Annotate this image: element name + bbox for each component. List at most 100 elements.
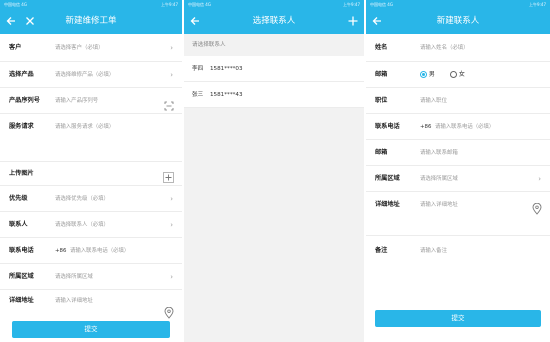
address-input[interactable]: 请输入详细地址 — [55, 290, 93, 312]
position-input[interactable]: 请输入职位 — [420, 88, 447, 114]
remark-input[interactable]: 请输入备注 — [420, 236, 447, 266]
plus-square-icon — [163, 172, 174, 183]
clock-text: 上午9:47 — [343, 2, 360, 7]
gender-female-text: 女 — [458, 71, 465, 78]
scan-button[interactable] — [164, 96, 174, 115]
page-title: 选择联系人 — [252, 16, 296, 26]
app-bar: 选择联系人 — [184, 9, 364, 34]
phone-prefix: +86 — [55, 248, 67, 254]
priority-row[interactable]: 优先级 请选择优先级（必填） › — [0, 186, 182, 212]
page-title: 新建联系人 — [436, 16, 480, 26]
remark-label: 备注 — [375, 247, 388, 254]
serial-input[interactable]: 请输入产品序列号 — [55, 88, 98, 114]
product-row[interactable]: 选择产品 请选择维修产品（必填） › — [0, 62, 182, 88]
service-request-label: 服务请求 — [9, 123, 34, 130]
gender-label: 邮箱 — [375, 71, 388, 78]
region-label: 所属区域 — [9, 273, 34, 280]
name-input[interactable]: 请输入姓名（必填） — [420, 34, 469, 62]
screen-new-contact: 中国电信 4G 上午9:47 新建联系人 姓名 请输入姓名（必填） 邮箱 男 女… — [366, 0, 550, 342]
app-bar: 新建维修工单 — [0, 9, 182, 34]
gender-female-option[interactable]: 女 — [450, 62, 465, 88]
plus-icon — [348, 16, 358, 26]
chevron-right-icon: › — [170, 71, 173, 79]
radio-checked-icon — [420, 71, 427, 78]
page-title: 新建维修工单 — [65, 16, 117, 26]
phone-row[interactable]: 联系电话 +86 请输入联系电话（必填） — [0, 238, 182, 264]
chevron-right-icon: › — [170, 273, 173, 281]
customer-row[interactable]: 客户 请选择客户（必填） › — [0, 34, 182, 62]
status-bar: 中国电信 4G 上午9:47 — [184, 0, 364, 9]
priority-label: 优先级 — [9, 195, 28, 202]
region-label: 所属区域 — [375, 175, 400, 182]
chevron-right-icon: › — [170, 221, 173, 229]
region-placeholder: 请选择所属区域 — [55, 274, 93, 280]
submit-button[interactable]: 提交 — [12, 321, 170, 338]
service-request-input[interactable]: 请输入服务请求（必填） — [55, 114, 114, 140]
radio-unchecked-icon — [450, 71, 457, 78]
product-placeholder: 请选择维修产品（必填） — [55, 72, 115, 78]
region-row[interactable]: 所属区域 请选择所属区域 › — [0, 264, 182, 290]
email-label: 邮箱 — [375, 149, 388, 156]
chevron-right-icon: › — [538, 175, 541, 183]
contact-label: 联系人 — [9, 221, 28, 228]
region-row[interactable]: 所属区域 请选择所属区域 › — [366, 166, 550, 192]
contact-phone: 1581****03 — [209, 66, 243, 72]
location-button[interactable] — [532, 200, 542, 219]
priority-placeholder: 请选择优先级（必填） — [55, 196, 109, 202]
customer-placeholder: 请选择客户（必填） — [55, 45, 104, 51]
add-image-button[interactable] — [163, 168, 174, 187]
contact-placeholder: 请选择联系人（必填） — [55, 222, 109, 228]
chevron-right-icon: › — [170, 195, 173, 203]
phone-label: 联系电话 — [375, 123, 400, 130]
add-contact-button[interactable] — [345, 9, 361, 34]
phone-input[interactable]: 请输入联系电话（必填） — [435, 114, 494, 140]
product-label: 选择产品 — [9, 71, 34, 78]
contact-item[interactable]: 李四 1581****03 — [184, 56, 364, 82]
screen-new-repair-order: 中国电信 4G 上午9:47 新建维修工单 客户 请选择客户（必填） › 选择产… — [0, 0, 182, 342]
clock-text: 上午9:47 — [529, 2, 546, 7]
address-input[interactable]: 请输入详细地址 — [420, 192, 458, 218]
address-row[interactable]: 详细地址 请输入详细地址 — [366, 192, 550, 236]
address-row[interactable]: 详细地址 请输入详细地址 — [0, 290, 182, 324]
address-label: 详细地址 — [375, 201, 400, 208]
contact-phone: 1581****43 — [209, 92, 243, 98]
position-label: 职位 — [375, 97, 388, 104]
chevron-right-icon: › — [170, 44, 173, 52]
region-placeholder: 请选择所属区域 — [420, 176, 458, 182]
remark-row[interactable]: 备注 请输入备注 — [366, 236, 550, 266]
status-bar: 中国电信 4G 上午9:47 — [366, 0, 550, 9]
phone-prefix: +86 — [420, 124, 432, 130]
section-header: 请选择联系人 — [192, 42, 226, 48]
contact-name: 张三 — [192, 92, 204, 98]
screen-select-contact: 中国电信 4G 上午9:47 选择联系人 请选择联系人 李四 1581****0… — [184, 0, 364, 342]
name-label: 姓名 — [375, 44, 388, 51]
name-row[interactable]: 姓名 请输入姓名（必填） — [366, 34, 550, 62]
email-row[interactable]: 邮箱 请输入联系邮箱 — [366, 140, 550, 166]
upload-row: 上传图片 — [0, 162, 182, 186]
submit-button[interactable]: 提交 — [375, 310, 541, 327]
position-row[interactable]: 职位 请输入职位 — [366, 88, 550, 114]
gender-row: 邮箱 男 女 — [366, 62, 550, 88]
location-pin-icon — [164, 306, 174, 319]
phone-label: 联系电话 — [9, 247, 34, 254]
contact-row[interactable]: 联系人 请选择联系人（必填） › — [0, 212, 182, 238]
contact-name: 李四 — [192, 66, 204, 72]
customer-label: 客户 — [9, 44, 22, 51]
carrier-text: 中国电信 4G — [370, 2, 393, 7]
carrier-text: 中国电信 4G — [4, 2, 27, 7]
location-pin-icon — [532, 202, 542, 215]
status-bar: 中国电信 4G 上午9:47 — [0, 0, 182, 9]
phone-row[interactable]: 联系电话 +86 请输入联系电话（必填） — [366, 114, 550, 140]
gender-male-text: 男 — [428, 71, 435, 78]
app-bar: 新建联系人 — [366, 9, 550, 34]
carrier-text: 中国电信 4G — [188, 2, 211, 7]
scan-icon — [164, 101, 174, 111]
upload-label: 上传图片 — [9, 170, 34, 177]
phone-input[interactable]: 请输入联系电话（必填） — [70, 238, 129, 264]
email-input[interactable]: 请输入联系邮箱 — [420, 140, 458, 166]
serial-row[interactable]: 产品序列号 请输入产品序列号 — [0, 88, 182, 114]
service-request-row[interactable]: 服务请求 请输入服务请求（必填） — [0, 114, 182, 162]
serial-label: 产品序列号 — [9, 97, 40, 104]
contact-item[interactable]: 张三 1581****43 — [184, 82, 364, 108]
gender-male-option[interactable]: 男 — [420, 62, 435, 88]
